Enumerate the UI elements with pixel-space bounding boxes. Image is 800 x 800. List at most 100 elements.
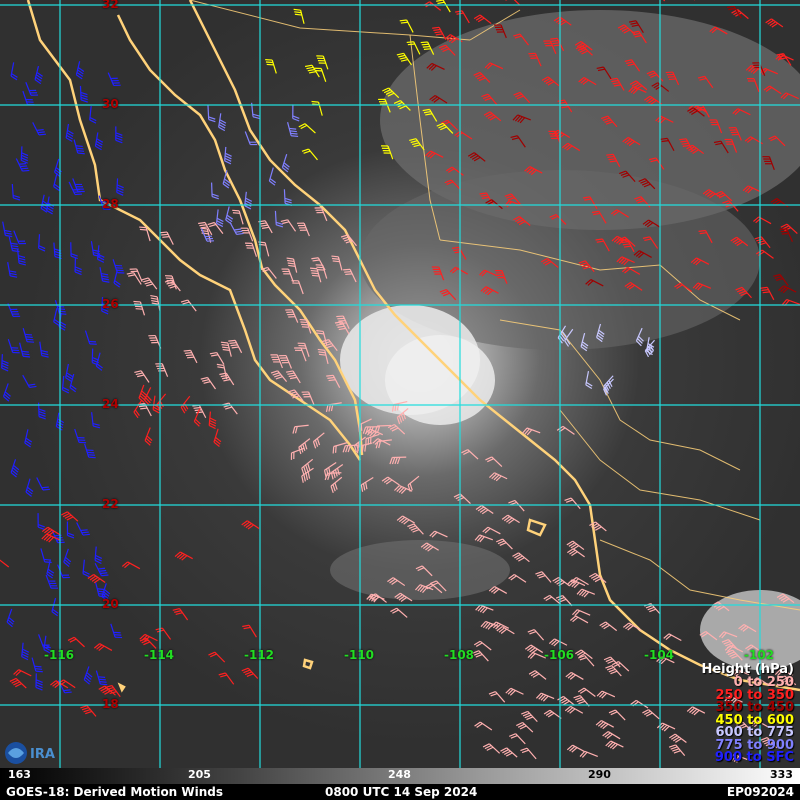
- wind-barb: [630, 699, 649, 709]
- wind-barb: [773, 273, 789, 287]
- wind-barb: [485, 456, 503, 468]
- wind-barb: [760, 286, 775, 301]
- wind-barb: [455, 10, 470, 24]
- wind-barb: [68, 181, 82, 196]
- colorbar-tick: 333: [770, 768, 793, 781]
- wind-barb: [552, 576, 571, 587]
- wind-barb: [387, 423, 406, 435]
- wind-barb: [213, 428, 222, 447]
- wind-barb: [595, 719, 614, 730]
- wind-barb: [287, 122, 299, 138]
- wind-barb: [232, 209, 244, 225]
- wind-barb: [75, 61, 85, 80]
- wind-barb: [82, 559, 90, 578]
- wind-barb: [406, 41, 421, 55]
- wind-barb: [314, 67, 327, 82]
- wind-barb: [208, 651, 226, 663]
- wind-barb: [37, 513, 45, 531]
- wind-barb: [585, 370, 593, 390]
- wind-barb: [74, 428, 87, 444]
- wind-barb: [66, 521, 75, 539]
- wind-barb: [207, 105, 216, 123]
- wind-barb: [99, 267, 110, 283]
- wind-barb: [150, 294, 161, 311]
- wind-barb: [488, 472, 508, 482]
- wind-barb: [94, 562, 109, 577]
- wind-barb: [330, 476, 343, 493]
- wind-barb: [218, 113, 227, 132]
- legend-entry: 900 to SFC: [714, 750, 794, 765]
- wind-barb: [488, 691, 506, 703]
- wind-barb: [291, 280, 304, 295]
- wind-barb: [7, 261, 18, 278]
- wind-barb: [141, 277, 158, 290]
- coastline: [117, 682, 126, 693]
- wind-barb: [279, 354, 292, 369]
- wind-barb: [91, 412, 101, 429]
- wind-barb: [10, 62, 18, 81]
- wind-barb: [474, 721, 493, 731]
- wind-barb: [535, 571, 552, 583]
- wind-barb: [10, 459, 20, 478]
- longitude-label: -102: [744, 648, 775, 662]
- wind-barb: [548, 638, 568, 647]
- wind-barb: [555, 595, 573, 607]
- wind-barb: [1, 354, 9, 372]
- footer-bar: GOES-18: Derived Motion Winds 0800 UTC 1…: [0, 784, 800, 800]
- wind-barb: [429, 530, 448, 538]
- wind-barb: [270, 370, 288, 382]
- wind-barb: [566, 540, 585, 551]
- wind-barb: [156, 393, 167, 412]
- longitude-label: -116: [44, 648, 75, 662]
- wind-barb: [292, 424, 309, 434]
- wind-barb: [65, 123, 74, 142]
- wind-barb: [301, 148, 318, 161]
- wind-barb: [579, 750, 598, 758]
- wind-barb: [528, 670, 547, 680]
- wind-barb: [0, 559, 10, 568]
- latitude-label: 22: [102, 497, 119, 511]
- wind-barb: [482, 743, 501, 754]
- wind-barb: [13, 230, 27, 245]
- wind-barb: [21, 642, 30, 661]
- wind-barb: [495, 538, 513, 550]
- wind-barb: [220, 341, 232, 357]
- wind-barb: [294, 347, 307, 362]
- wind-barb: [13, 669, 32, 677]
- latitude-label: 20: [102, 597, 119, 611]
- satellite-map: 32 30 28 26 24 22 20 18 -116 -114 -112 -110 -108 -10…: [0, 0, 800, 768]
- wind-barb: [174, 551, 193, 561]
- wind-barb: [599, 621, 618, 632]
- wind-barb: [436, 0, 451, 13]
- wind-barb: [24, 429, 33, 448]
- wind-barb: [520, 747, 537, 760]
- wind-barb: [11, 183, 21, 201]
- wind-barb: [596, 690, 616, 699]
- wind-barb: [500, 747, 518, 758]
- svg-text:IRA: IRA: [30, 747, 55, 762]
- wind-barb: [575, 649, 593, 660]
- longitude-label: -104: [644, 648, 675, 662]
- wind-barb: [473, 640, 492, 651]
- wind-barb: [753, 216, 772, 225]
- wind-barb: [274, 210, 284, 228]
- wind-barb: [148, 334, 162, 349]
- wind-barb: [138, 384, 148, 404]
- wind-barb: [474, 534, 494, 543]
- wind-barb: [25, 478, 34, 497]
- wind-barb: [566, 744, 586, 753]
- wind-barb: [69, 373, 77, 393]
- wind-barb: [372, 438, 391, 446]
- wind-barb: [94, 132, 104, 151]
- wind-barb: [225, 206, 234, 225]
- wind-barb: [298, 123, 316, 134]
- wind-barb: [76, 522, 90, 536]
- wind-barb: [36, 477, 50, 491]
- wind-barb: [589, 521, 607, 532]
- wind-barb: [209, 352, 225, 365]
- wind-barb: [241, 667, 259, 679]
- wind-barb: [508, 733, 526, 745]
- wind-barb: [41, 526, 61, 537]
- wind-barb: [22, 374, 37, 389]
- wind-barb: [25, 81, 39, 96]
